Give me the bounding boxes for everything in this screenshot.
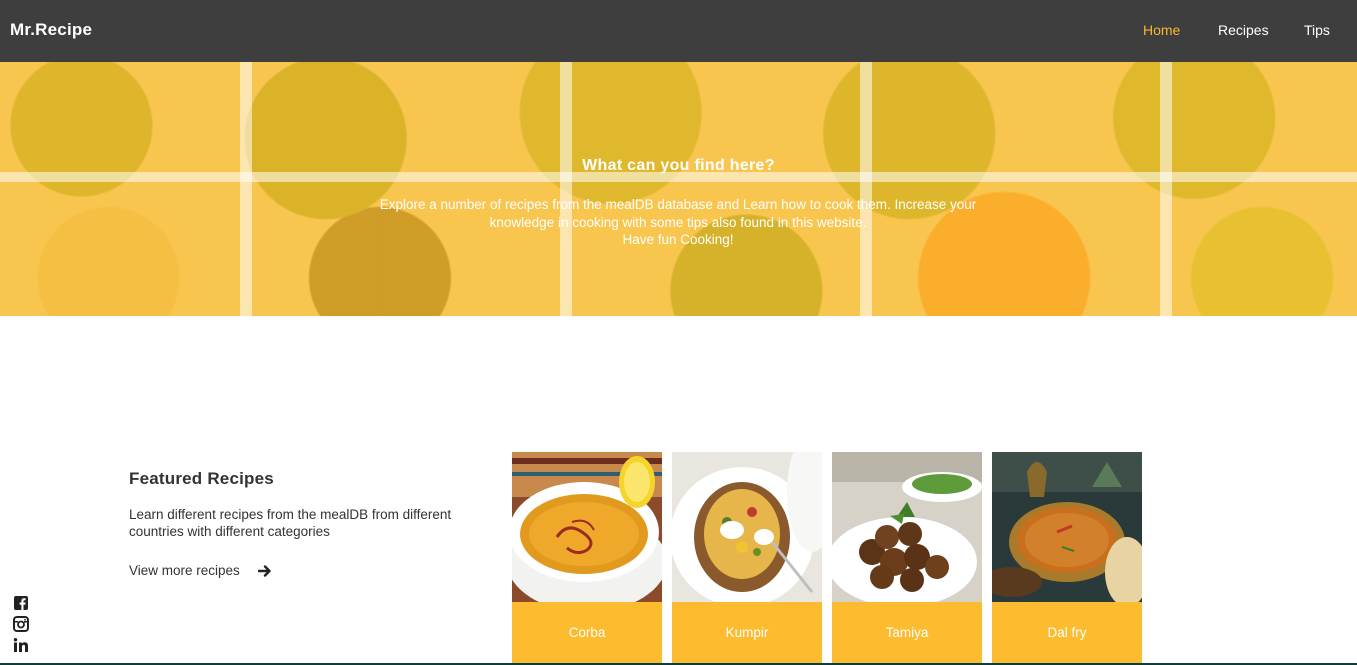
hero-tray-divider (1160, 62, 1172, 316)
instagram-icon[interactable] (13, 616, 29, 632)
hero-banner: What can you find here? Explore a number… (0, 62, 1357, 316)
hero-tray-divider (860, 62, 872, 316)
view-more-recipes-link[interactable]: View more recipes (129, 563, 272, 578)
recipe-name-dal-fry[interactable]: Dal fry (992, 602, 1142, 665)
recipe-name-kumpir[interactable]: Kumpir (672, 602, 822, 665)
arrow-right-icon (257, 564, 271, 577)
recipe-card-dal-fry[interactable]: Dal fry (992, 452, 1142, 665)
hero-description-text: Explore a number of recipes from the mea… (379, 197, 977, 230)
hero-description: Explore a number of recipes from the mea… (368, 196, 988, 249)
recipe-card-corba[interactable]: Corba (512, 452, 662, 665)
recipe-name-corba[interactable]: Corba (512, 602, 662, 665)
recipe-image-tamiya[interactable] (832, 452, 982, 602)
brand-logo[interactable]: Mr.Recipe (10, 20, 92, 40)
hero-tray-divider (240, 62, 252, 316)
linkedin-icon[interactable] (13, 637, 29, 653)
featured-description: Learn different recipes from the mealDB … (129, 507, 452, 539)
hero-title: What can you find here? (582, 157, 775, 174)
nav-link-recipes[interactable]: Recipes (1218, 22, 1269, 38)
recipe-name-tamiya[interactable]: Tamiya (832, 602, 982, 665)
recipe-image-kumpir[interactable] (672, 452, 822, 602)
recipe-card-kumpir[interactable]: Kumpir (672, 452, 822, 665)
recipe-image-corba[interactable] (512, 452, 662, 602)
nav-link-home[interactable]: Home (1143, 22, 1180, 38)
hero-tagline: Have fun Cooking! (622, 232, 734, 247)
hero-tray-divider (560, 62, 572, 316)
recipe-card-tamiya[interactable]: Tamiya (832, 452, 982, 665)
recipe-image-dal-fry[interactable] (992, 452, 1142, 602)
featured-title: Featured Recipes (129, 469, 274, 488)
view-more-label: View more recipes (129, 563, 240, 578)
navbar: Mr.Recipe Home Recipes Tips (0, 0, 1357, 62)
facebook-icon[interactable] (13, 595, 29, 611)
nav-link-tips[interactable]: Tips (1304, 22, 1330, 38)
